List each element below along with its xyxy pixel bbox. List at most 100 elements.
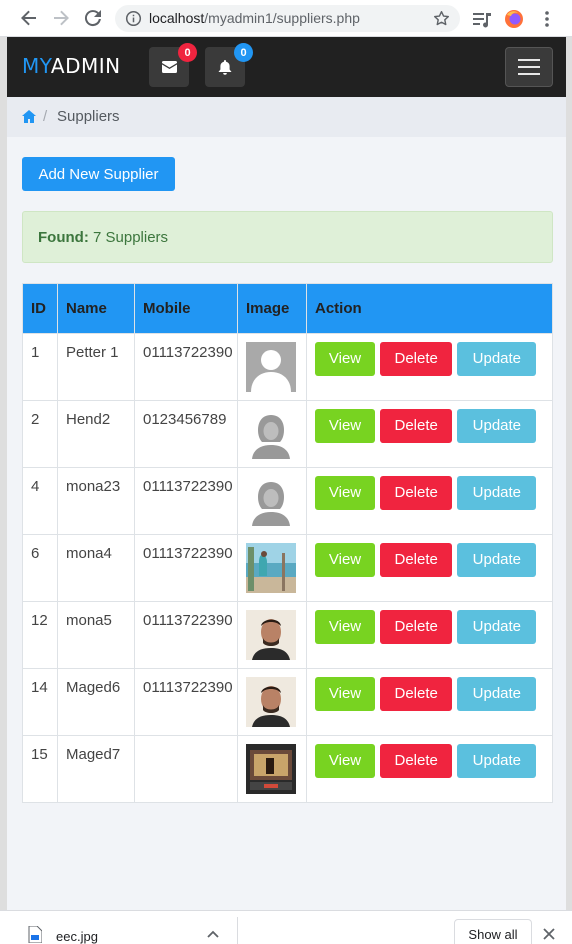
view-button[interactable]: View xyxy=(315,476,375,510)
image-file-icon[interactable] xyxy=(28,926,42,943)
cell-mobile: 01113722390 xyxy=(134,601,238,669)
browser-toolbar: localhost/myadmin1/suppliers.php xyxy=(0,0,572,37)
delete-button[interactable]: Delete xyxy=(380,409,453,443)
back-arrow-icon[interactable] xyxy=(18,7,40,29)
cell-name: Petter 1 xyxy=(57,333,135,401)
breadcrumb: / Suppliers xyxy=(7,97,566,137)
delete-button[interactable]: Delete xyxy=(380,744,453,778)
url-path: /myadmin1/suppliers.php xyxy=(204,10,360,26)
forward-arrow-icon[interactable] xyxy=(50,7,72,29)
view-button[interactable]: View xyxy=(315,543,375,577)
cell-id: 1 xyxy=(22,333,58,401)
view-button[interactable]: View xyxy=(315,610,375,644)
cell-id: 15 xyxy=(22,735,58,803)
update-button[interactable]: Update xyxy=(457,342,537,376)
cell-id: 6 xyxy=(22,534,58,602)
home-icon[interactable] xyxy=(22,110,36,123)
download-file-name[interactable]: eec.jpg xyxy=(56,929,98,944)
male-avatar-icon xyxy=(246,342,296,392)
breadcrumb-separator: / xyxy=(43,108,48,125)
delete-button[interactable]: Delete xyxy=(380,342,453,376)
view-button[interactable]: View xyxy=(315,744,375,778)
update-button[interactable]: Update xyxy=(457,677,537,711)
portrait-photo xyxy=(246,610,296,660)
table-row: 2 Hend2 0123456789 View Delete Update xyxy=(22,400,553,468)
show-all-button[interactable]: Show all xyxy=(454,919,532,944)
media-control-icon[interactable] xyxy=(471,8,493,30)
background-window-edge xyxy=(566,37,572,910)
suppliers-table: ID Name Mobile Image Action 1 Petter 1 0… xyxy=(22,283,553,803)
cell-name: mona4 xyxy=(57,534,135,602)
cell-id: 12 xyxy=(22,601,58,669)
add-new-supplier-button[interactable]: Add New Supplier xyxy=(22,157,175,191)
found-count-text: 7 Suppliers xyxy=(93,229,169,246)
cell-name: Maged6 xyxy=(57,668,135,736)
update-button[interactable]: Update xyxy=(457,543,537,577)
main-content: / Suppliers Add New Supplier Found: 7 Su… xyxy=(7,97,566,910)
column-header-mobile[interactable]: Mobile xyxy=(134,283,238,334)
view-button[interactable]: View xyxy=(315,677,375,711)
messages-button[interactable]: 0 xyxy=(149,43,197,87)
info-icon[interactable] xyxy=(125,10,142,27)
brand-logo[interactable]: MYADMIN xyxy=(22,54,121,78)
update-button[interactable]: Update xyxy=(457,409,537,443)
column-header-name[interactable]: Name xyxy=(57,283,135,334)
cell-id: 4 xyxy=(22,467,58,535)
download-shelf: eec.jpg Show all xyxy=(0,910,572,944)
cell-mobile: 01113722390 xyxy=(134,534,238,602)
table-row: 4 mona23 01113722390 View Delete Update xyxy=(22,467,553,535)
table-row: 1 Petter 1 01113722390 View Delete Updat… xyxy=(22,333,553,401)
delete-button[interactable]: Delete xyxy=(380,476,453,510)
table-row: 14 Maged6 01113722390 View Delete Update xyxy=(22,668,553,736)
close-icon[interactable] xyxy=(542,927,556,941)
update-button[interactable]: Update xyxy=(457,610,537,644)
cell-mobile: 01113722390 xyxy=(134,467,238,535)
breadcrumb-current: Suppliers xyxy=(57,108,120,125)
reload-icon[interactable] xyxy=(82,7,104,29)
bell-icon xyxy=(218,59,232,75)
cell-id: 14 xyxy=(22,668,58,736)
hamburger-menu-button[interactable] xyxy=(505,47,553,87)
update-button[interactable]: Update xyxy=(457,476,537,510)
envelope-icon xyxy=(161,61,177,73)
background-window-edge xyxy=(0,37,7,910)
delete-button[interactable]: Delete xyxy=(380,677,453,711)
hamburger-line xyxy=(518,59,540,61)
view-button[interactable]: View xyxy=(315,342,375,376)
hamburger-line xyxy=(518,73,540,75)
hamburger-line xyxy=(518,66,540,68)
column-header-action[interactable]: Action xyxy=(306,283,553,334)
chevron-up-icon[interactable] xyxy=(206,927,220,941)
table-header-row: ID Name Mobile Image Action xyxy=(22,283,553,334)
delete-button[interactable]: Delete xyxy=(380,610,453,644)
table-row: 12 mona5 01113722390 View Delete Update xyxy=(22,601,553,669)
firefox-extension-icon[interactable] xyxy=(503,8,525,30)
beach-photo xyxy=(246,543,296,593)
address-bar[interactable]: localhost/myadmin1/suppliers.php xyxy=(115,5,460,32)
delete-button[interactable]: Delete xyxy=(380,543,453,577)
column-header-image[interactable]: Image xyxy=(237,283,307,334)
update-button[interactable]: Update xyxy=(457,744,537,778)
column-header-id[interactable]: ID xyxy=(22,283,58,334)
top-navbar: MYADMIN 0 0 xyxy=(7,37,566,97)
cell-mobile xyxy=(134,735,238,803)
view-button[interactable]: View xyxy=(315,409,375,443)
found-alert: Found: 7 Suppliers xyxy=(22,211,553,263)
url-host: localhost xyxy=(149,10,205,26)
notifications-button[interactable]: 0 xyxy=(205,43,253,87)
cell-mobile: 0123456789 xyxy=(134,400,238,468)
cell-id: 2 xyxy=(22,400,58,468)
game-screenshot-photo xyxy=(246,744,296,794)
female-avatar-icon xyxy=(246,476,296,526)
notifications-badge: 0 xyxy=(234,43,253,62)
table-row: 6 mona4 01113722390 View Delete Update xyxy=(22,534,553,602)
brand-suffix: ADMIN xyxy=(50,54,121,78)
female-avatar-icon xyxy=(246,409,296,459)
brand-prefix: MY xyxy=(22,54,51,78)
bookmark-star-icon[interactable] xyxy=(433,10,450,27)
cell-name: Hend2 xyxy=(57,400,135,468)
cell-mobile: 01113722390 xyxy=(134,333,238,401)
download-divider xyxy=(237,917,238,944)
chrome-menu-icon[interactable] xyxy=(538,9,556,29)
url-text: localhost/myadmin1/suppliers.php xyxy=(149,10,360,26)
